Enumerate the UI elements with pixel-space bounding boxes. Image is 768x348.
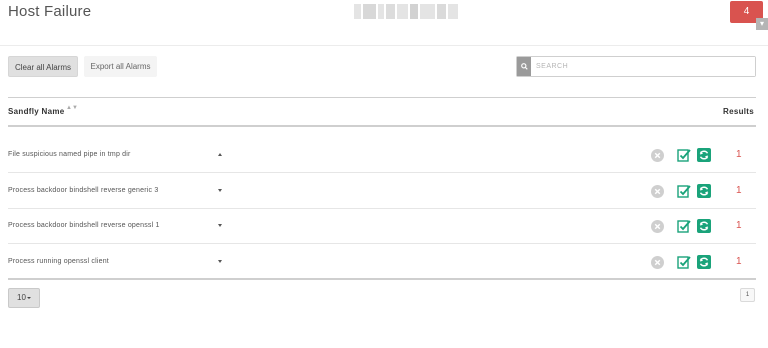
page-button-1[interactable]: 1 xyxy=(740,288,755,302)
page-title: Host Failure xyxy=(8,3,92,20)
dismiss-icon[interactable] xyxy=(651,220,664,233)
mark-reviewed-icon[interactable] xyxy=(677,255,691,269)
mark-reviewed-icon[interactable] xyxy=(677,219,691,233)
refresh-icon[interactable] xyxy=(697,183,711,198)
sandfly-name[interactable]: File suspicious named pipe in tmp dir xyxy=(8,151,131,158)
search-icon[interactable] xyxy=(517,57,531,76)
result-count[interactable]: 1 xyxy=(736,220,742,231)
refresh-icon[interactable] xyxy=(697,219,711,233)
search-input[interactable] xyxy=(531,57,755,76)
mark-reviewed-icon[interactable] xyxy=(677,148,691,162)
caret-down-icon[interactable] xyxy=(218,259,222,263)
dismiss-icon[interactable] xyxy=(651,149,664,162)
host-name-redacted xyxy=(354,4,458,19)
caret-down-icon[interactable] xyxy=(218,188,222,192)
chevron-down-icon xyxy=(26,296,31,299)
sandfly-name[interactable]: Process running openssl client xyxy=(8,258,109,265)
caret-up-icon[interactable] xyxy=(218,153,222,156)
refresh-icon[interactable] xyxy=(697,148,711,162)
result-count[interactable]: 1 xyxy=(736,256,742,267)
per-page-select[interactable]: 10 xyxy=(8,288,40,308)
mark-reviewed-icon[interactable] xyxy=(677,184,691,198)
chevron-icon[interactable]: ▾ xyxy=(756,18,768,30)
dismiss-icon[interactable] xyxy=(651,184,664,198)
dismiss-icon[interactable] xyxy=(651,255,664,269)
result-count[interactable]: 1 xyxy=(736,149,742,160)
per-page-value: 10 xyxy=(17,293,26,302)
top-bar: Host Failure 4 ▾ xyxy=(0,0,768,46)
column-header-results[interactable]: Results xyxy=(723,107,754,116)
table-row: Process backdoor bindshell reverse opens… xyxy=(8,209,756,244)
table-row: Process backdoor bindshell reverse gener… xyxy=(8,174,756,209)
table-row: File suspicious named pipe in tmp dir 1 xyxy=(8,138,756,173)
sandfly-name[interactable]: Process backdoor bindshell reverse gener… xyxy=(8,187,158,194)
refresh-icon[interactable] xyxy=(697,254,711,269)
search-box xyxy=(516,56,756,77)
sandfly-name[interactable]: Process backdoor bindshell reverse opens… xyxy=(8,222,160,229)
export-all-alarms-button[interactable]: Export all Alarms xyxy=(84,56,157,77)
clear-all-alarms-button[interactable]: Clear all Alarms xyxy=(8,56,78,77)
column-header-sandfly-name[interactable]: Sandfly Name xyxy=(8,107,65,116)
table-header: Sandfly Name ▲▼ Results xyxy=(8,97,756,127)
table-row: Process running openssl client 1 xyxy=(8,245,756,280)
caret-down-icon[interactable] xyxy=(218,224,222,227)
sort-icon[interactable]: ▲▼ xyxy=(66,105,78,111)
result-count[interactable]: 1 xyxy=(736,185,742,196)
